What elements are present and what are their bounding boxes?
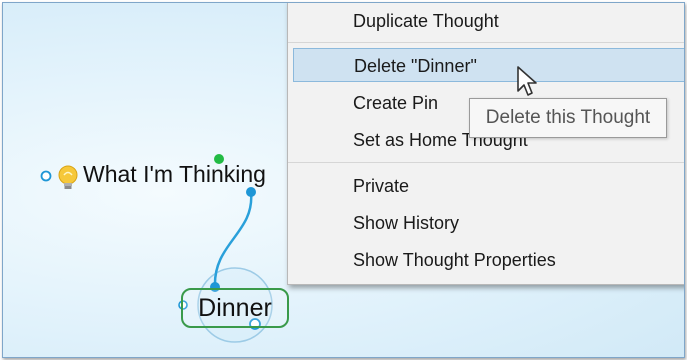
menu-item-private[interactable]: Private	[288, 169, 684, 203]
menu-separator	[288, 42, 684, 43]
menu-item-show-thought-properties[interactable]: Show Thought Properties	[288, 243, 684, 277]
menu-item-delete[interactable]: Delete "Dinner"	[293, 48, 684, 82]
context-menu: Duplicate Thought Delete "Dinner" Create…	[287, 3, 684, 285]
tooltip: Delete this Thought	[469, 98, 667, 138]
menu-separator	[288, 162, 684, 163]
mouse-cursor-icon	[517, 66, 537, 96]
lightbulb-icon	[58, 165, 78, 189]
thought-what-im-thinking[interactable]: What I'm Thinking	[83, 161, 266, 188]
screenshot-frame: What I'm Thinking Dinner Duplicate Thoug…	[2, 2, 685, 358]
menu-item-duplicate-thought[interactable]: Duplicate Thought	[288, 4, 684, 38]
link-endpoint-top[interactable]	[246, 187, 256, 197]
thought-dinner[interactable]: Dinner	[181, 288, 289, 328]
menu-item-show-history[interactable]: Show History	[288, 206, 684, 240]
parent-gate[interactable]	[40, 170, 52, 182]
